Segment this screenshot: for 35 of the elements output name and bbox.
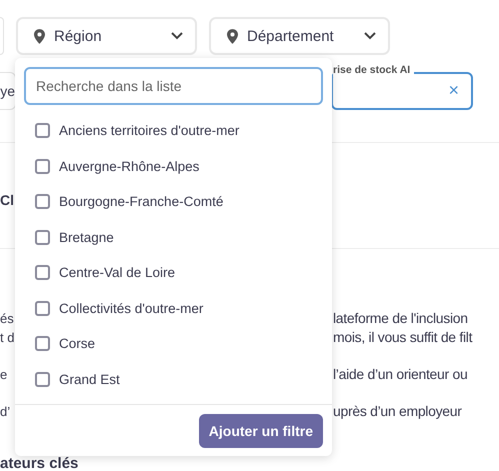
filter-dropdown[interactable]: Région — [16, 17, 197, 55]
option-item[interactable]: Anciens territoires d'outre-mer — [35, 113, 332, 148]
search-field[interactable]: Recherche dans la liste — [24, 67, 323, 105]
option-item[interactable]: Auvergne-Rhône-Alpes — [35, 148, 332, 184]
location-pin-icon — [227, 28, 238, 44]
checkbox[interactable] — [35, 300, 50, 316]
checkbox[interactable] — [35, 336, 50, 352]
paragraph-text: lateforme de l'inclusion — [333, 309, 468, 328]
checkbox[interactable] — [35, 158, 50, 174]
option-item[interactable]: Collectivités d'outre-mer — [35, 290, 332, 326]
paragraph-text: és — [0, 310, 14, 328]
add-filter-button[interactable]: Ajouter un filtre — [198, 414, 323, 448]
option-item[interactable]: Corse — [35, 326, 332, 362]
paragraph-text: d’ — [0, 403, 12, 421]
paragraph-text: uprès d’un employeur — [333, 402, 462, 421]
paragraph-text: t d — [0, 329, 14, 347]
location-pin-icon — [34, 28, 45, 44]
checkbox[interactable] — [35, 265, 50, 280]
chevron-down-icon — [364, 32, 376, 40]
checkbox[interactable] — [35, 194, 50, 210]
option-item[interactable]: Centre-Val de Loire — [35, 255, 332, 290]
checkbox[interactable] — [35, 123, 50, 138]
section-heading: ateurs clés — [0, 457, 78, 471]
option-item[interactable]: Grand Est — [35, 362, 332, 397]
checkbox[interactable] — [35, 230, 50, 245]
paragraph-text: e — [0, 366, 8, 384]
option-item[interactable]: Bretagne — [35, 220, 332, 255]
option-item[interactable]: Bourgogne-Franche-Comté — [35, 184, 332, 220]
chevron-down-icon — [171, 32, 183, 40]
field-label: rise de stock AI — [333, 64, 414, 77]
filter-dropdown[interactable]: Département — [209, 17, 390, 55]
paragraph-text: l’aide d’un orienteur ou — [333, 365, 468, 384]
section-heading: Cl — [0, 191, 14, 210]
checkbox[interactable] — [35, 372, 50, 387]
paragraph-text: mois, il vous suffit de filt — [333, 328, 472, 347]
